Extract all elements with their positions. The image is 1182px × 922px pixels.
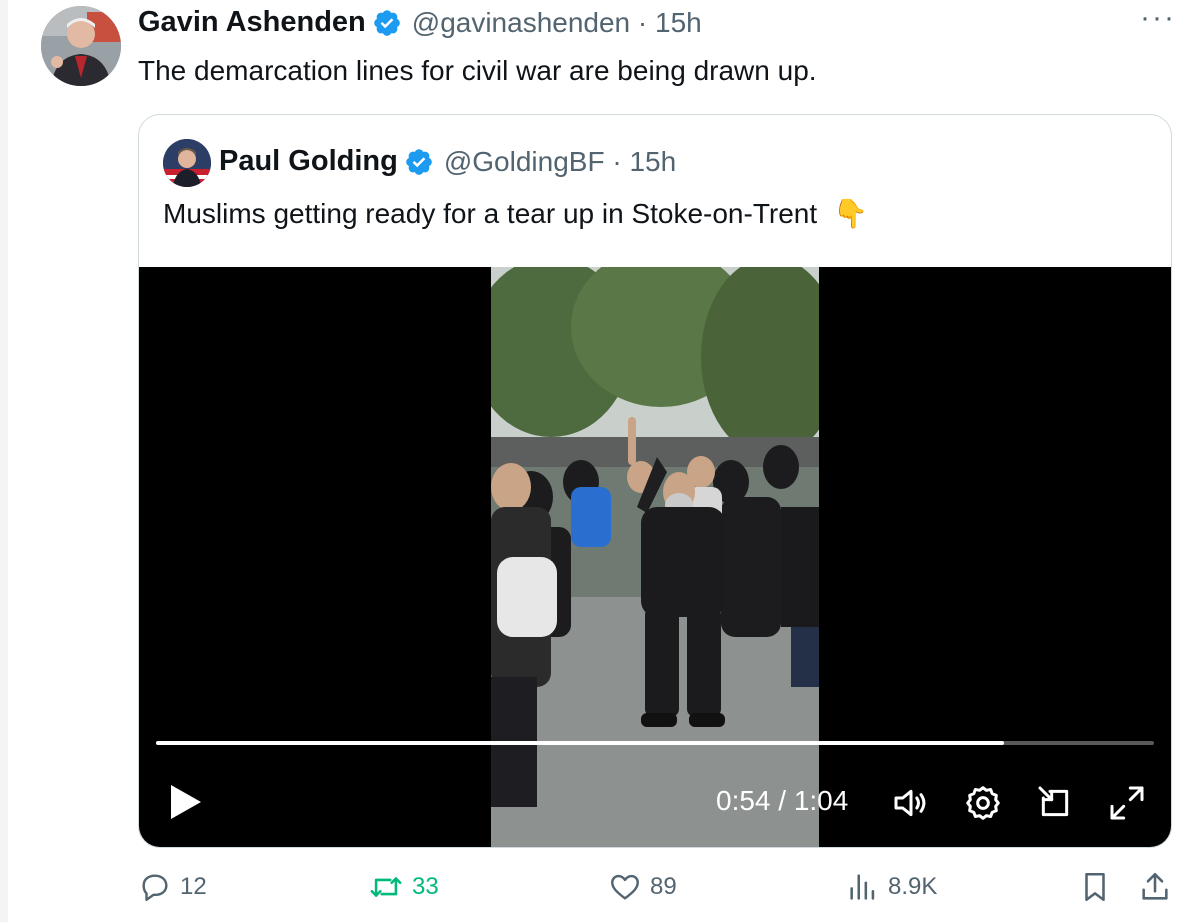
- repost-button[interactable]: 33: [368, 870, 439, 904]
- repost-icon: [370, 877, 402, 897]
- quoted-tweet-text: Muslims getting ready for a tear up in S…: [163, 197, 868, 230]
- volume-icon[interactable]: [891, 783, 931, 823]
- video-progress-bar[interactable]: [156, 741, 1154, 745]
- tweet[interactable]: Gavin Ashenden @gavinashenden · 15h ··· …: [8, 0, 1182, 922]
- author-name[interactable]: Gavin Ashenden: [138, 6, 366, 39]
- tweet-actions: 12 33 89 8.9K: [138, 870, 1178, 910]
- repost-count: 33: [412, 873, 439, 900]
- play-icon[interactable]: [169, 783, 203, 821]
- share-icon: [1142, 872, 1168, 900]
- quoted-author-handle-time[interactable]: @GoldingBF · 15h: [444, 146, 676, 178]
- views-icon: [850, 874, 875, 900]
- share-button[interactable]: [1138, 870, 1172, 904]
- video-frame[interactable]: [491, 267, 819, 847]
- like-icon: [611, 874, 639, 900]
- reply-icon: [142, 874, 168, 901]
- fullscreen-icon[interactable]: [1107, 783, 1147, 823]
- reply-button[interactable]: 12: [138, 870, 207, 904]
- tweet-header: Gavin Ashenden @gavinashenden · 15h: [138, 6, 702, 39]
- bookmark-icon: [1085, 872, 1105, 902]
- bookmark-button[interactable]: [1078, 870, 1112, 904]
- pointing-down-emoji: 👇: [832, 198, 868, 229]
- video-time: 0:54 / 1:04: [716, 785, 849, 816]
- video-progress-fill: [156, 741, 1005, 745]
- like-count: 89: [650, 873, 677, 900]
- reply-count: 12: [180, 873, 207, 900]
- settings-gear-icon[interactable]: [963, 783, 1003, 823]
- quoted-tweet-body: Muslims getting ready for a tear up in S…: [163, 198, 818, 229]
- quoted-author-avatar[interactable]: [163, 139, 211, 187]
- author-avatar[interactable]: [41, 6, 121, 86]
- quoted-tweet-header: Paul Golding @GoldingBF · 15h: [219, 145, 676, 178]
- views-button[interactable]: 8.9K: [846, 870, 937, 904]
- minimize-player-icon[interactable]: [1035, 783, 1075, 823]
- video-player[interactable]: 0:54 / 1:04: [139, 267, 1171, 847]
- views-count: 8.9K: [888, 873, 938, 900]
- verified-badge-icon: [406, 148, 432, 175]
- more-icon[interactable]: ···: [1140, 3, 1176, 33]
- quoted-tweet[interactable]: Paul Golding @GoldingBF · 15h Muslims ge…: [138, 114, 1172, 848]
- tweet-text: The demarcation lines for civil war are …: [138, 55, 817, 86]
- verified-badge-icon: [373, 9, 400, 36]
- author-handle-time[interactable]: @gavinashenden · 15h: [412, 7, 702, 39]
- like-button[interactable]: 89: [608, 870, 677, 904]
- quoted-author-name[interactable]: Paul Golding: [219, 145, 398, 178]
- window-edge: [0, 0, 8, 922]
